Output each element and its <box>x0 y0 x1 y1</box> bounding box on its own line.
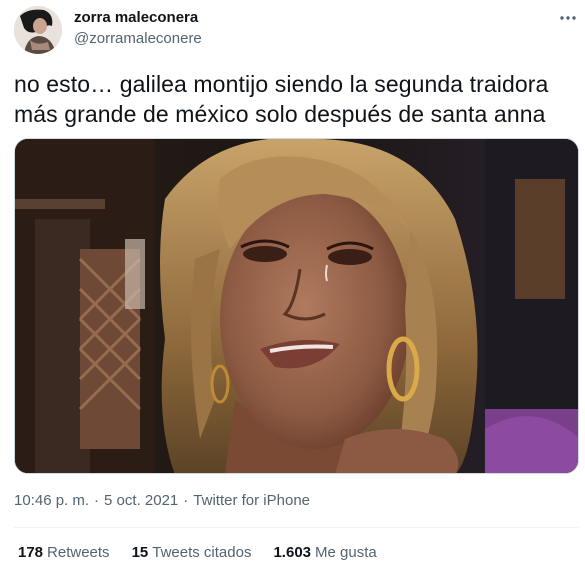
likes-count: 1.603 <box>273 544 312 561</box>
quote-tweets-count: 15 <box>131 544 149 561</box>
meta-separator: · <box>183 492 189 509</box>
author-handle[interactable]: @zorramaleconere <box>74 30 202 47</box>
retweets-label: Retweets <box>47 544 110 561</box>
quote-tweets-stat[interactable]: 15 Tweets citados <box>132 544 252 561</box>
meta-separator: · <box>94 492 100 509</box>
more-dots-icon <box>560 16 576 20</box>
likes-label: Me gusta <box>315 544 377 561</box>
tweet-date[interactable]: 5 oct. 2021 <box>104 492 178 509</box>
likes-stat[interactable]: 1.603 Me gusta <box>273 544 376 561</box>
retweets-stat[interactable]: 178 Retweets <box>18 544 110 561</box>
tweet-time[interactable]: 10:46 p. m. <box>14 492 89 509</box>
divider <box>14 527 579 528</box>
more-options-button[interactable] <box>556 8 580 28</box>
avatar-photo-icon <box>14 6 62 54</box>
tweet-card: zorra maleconera @zorramaleconere no est… <box>0 0 585 571</box>
tweet-metadata: 10:46 p. m. · 5 oct. 2021 · Twitter for iPho… <box>14 492 310 509</box>
author-display-name[interactable]: zorra maleconera <box>74 9 198 26</box>
tweet-source[interactable]: Twitter for iPhone <box>193 492 310 509</box>
tweet-media-photo[interactable] <box>14 138 579 474</box>
tweet-stats: 178 Retweets 15 Tweets citados 1.603 Me gus… <box>18 544 377 561</box>
tweet-text: no esto… galilea montijo siendo la segun… <box>14 71 549 127</box>
quote-tweets-label: Tweets citados <box>152 544 252 561</box>
photo-attachment-icon <box>15 139 578 473</box>
retweets-count: 178 <box>18 544 44 561</box>
author-avatar[interactable] <box>14 6 62 54</box>
